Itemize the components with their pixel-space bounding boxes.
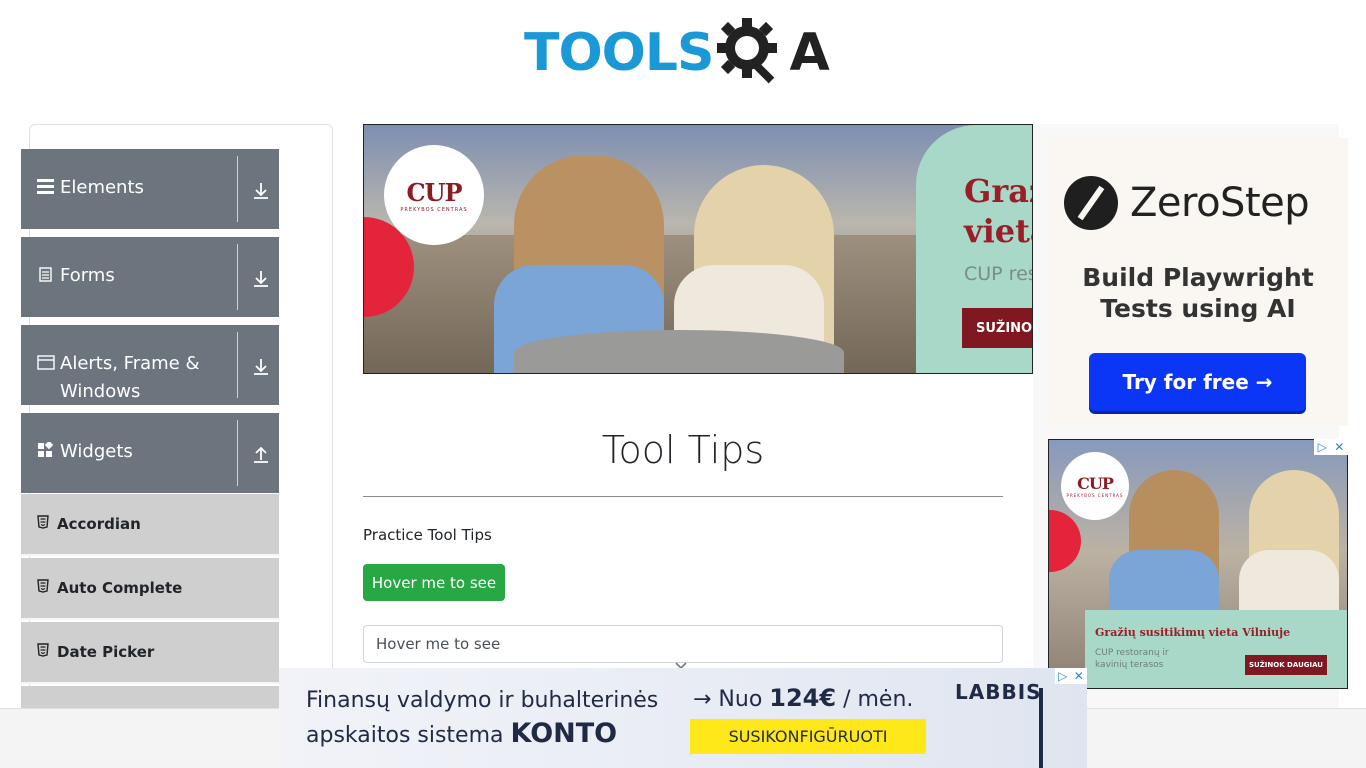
adchoices-controls: ▷ ✕ <box>1314 439 1348 455</box>
tooltip-hover-button[interactable]: Hover me to see <box>363 564 505 601</box>
sidebar-group-label-line1: Alerts, Frame & <box>60 353 200 374</box>
input-placeholder: Hover me to see <box>376 635 501 653</box>
window-icon <box>37 354 55 374</box>
zerostep-brand: ZeroStep <box>1130 180 1310 226</box>
sidebar-group-label: Widgets <box>60 441 133 462</box>
toolsqa-logo[interactable]: TOOLS A <box>524 15 830 91</box>
divider <box>363 496 1003 497</box>
ad-table-image <box>514 330 844 373</box>
cup-logo-subtext: PREKYBOS CENTRAS <box>1066 493 1124 498</box>
konto-ad-line2-prefix: apskaitos sistema <box>306 723 511 748</box>
konto-ad-line1: Finansų valdymo ir buhalterinės <box>306 688 659 713</box>
cup-logo-subtext: PREKYBOS CENTRAS <box>400 206 468 213</box>
ad-subtext: CUP res <box>964 263 1033 285</box>
adchoices-icon[interactable]: ▷ <box>1058 669 1067 683</box>
logo-text: TOOLS <box>524 23 714 83</box>
cup-logo: CUP PREKYBOS CENTRAS <box>384 145 484 245</box>
divider <box>237 156 238 222</box>
zerostep-tagline-line2: Tests using AI <box>1100 294 1296 323</box>
sidebar-item-auto-complete[interactable]: Auto Complete <box>21 558 279 620</box>
ad-headline-line2: vieta <box>964 212 1032 250</box>
konto-ad-product: KONTO <box>510 718 618 749</box>
divider <box>237 244 238 310</box>
sidebar-group-label-line2: Windows <box>60 381 141 402</box>
page: TOOLS A Elements Forms Alerts, Frame & W… <box>0 0 1366 768</box>
practice-label: Practice Tool Tips <box>363 526 492 544</box>
zerostep-tagline-line1: Build Playwright <box>1082 263 1314 292</box>
close-icon[interactable]: ✕ <box>1334 440 1344 454</box>
download-icon[interactable] <box>251 181 271 201</box>
try-for-free-button[interactable]: Try for free → <box>1089 353 1306 411</box>
upload-icon[interactable] <box>251 445 271 465</box>
logo-a: A <box>789 23 830 83</box>
html5-icon <box>37 578 49 593</box>
konto-ad-price: → Nuo 124€ / mėn. <box>693 684 913 712</box>
zerostep-tagline: Build Playwright Tests using AI <box>1048 262 1348 324</box>
gear-magnifier-icon <box>715 14 787 92</box>
divider <box>237 332 238 398</box>
download-icon[interactable] <box>251 357 271 377</box>
sidebar-group-label: Alerts, Frame & Windows <box>60 350 200 406</box>
sidebar-item-label: Accordian <box>57 515 141 533</box>
price-suffix: / mėn. <box>836 687 914 712</box>
sidebar-group-alerts-frame-windows[interactable]: Alerts, Frame & Windows <box>21 325 279 405</box>
price-value: 124€ <box>769 684 837 712</box>
ad-decoration <box>1039 688 1043 768</box>
konto-ad[interactable]: Finansų valdymo ir buhalterinės apskaito… <box>279 668 1087 768</box>
sidebar-group-widgets[interactable]: Widgets <box>21 413 279 493</box>
hamburger-icon <box>37 178 55 198</box>
cup-side-ad[interactable]: CUP PREKYBOS CENTRAS Gražių susitikimų v… <box>1048 439 1348 689</box>
konto-ad-line2: apskaitos sistema KONTO <box>306 718 617 749</box>
ad-headline: Gražių susitikimų vieta Vilniuje <box>1095 626 1291 639</box>
chevron-down-icon <box>674 656 688 670</box>
sidebar-group-forms[interactable]: Forms <box>21 237 279 317</box>
sidebar-group-elements[interactable]: Elements <box>21 149 279 229</box>
adchoices-controls: ▷ ✕ <box>1055 668 1087 684</box>
sidebar-item-accordian[interactable]: Accordian <box>21 494 279 556</box>
cup-logo: CUP PREKYBOS CENTRAS <box>1061 452 1129 520</box>
ad-headline-line1: Graž <box>964 172 1032 210</box>
ad-red-circle <box>1049 510 1081 572</box>
sidebar-item-label: Date Picker <box>57 643 155 661</box>
konto-cta-button[interactable]: SUSIKONFIGŪRUOTI <box>690 719 926 754</box>
sidebar-group-label: Elements <box>60 177 144 198</box>
ad-headline: Graž vieta <box>964 171 1032 251</box>
html5-icon <box>37 642 49 657</box>
adchoices-icon[interactable]: ▷ <box>1318 440 1327 454</box>
download-icon[interactable] <box>251 269 271 289</box>
cup-logo-text: CUP <box>1077 474 1114 493</box>
widgets-icon <box>37 440 55 462</box>
ad-subtext: CUP restoranų ir kavinių terasos <box>1095 648 1169 670</box>
sidebar-item-date-picker[interactable]: Date Picker <box>21 622 279 684</box>
html5-icon <box>37 514 49 529</box>
sidebar-group-label: Forms <box>60 265 115 286</box>
ad-cta-button[interactable]: SUŽINOK DAUGIAU <box>1245 655 1327 675</box>
divider <box>237 420 238 486</box>
labbis-brand: LABBIS <box>955 680 1042 704</box>
zerostep-logo-icon <box>1064 176 1118 230</box>
cup-logo-text: CUP <box>406 177 462 207</box>
price-prefix: → Nuo <box>693 687 770 712</box>
close-icon[interactable]: ✕ <box>1074 669 1084 683</box>
page-title: Tool Tips <box>601 428 765 472</box>
sidebar-item-label: Auto Complete <box>57 579 183 597</box>
banner-ad[interactable]: CUP PREKYBOS CENTRAS Graž vieta CUP res … <box>363 124 1033 374</box>
form-icon <box>37 266 55 286</box>
ad-cta-button[interactable]: SUŽINOK <box>962 308 1032 348</box>
